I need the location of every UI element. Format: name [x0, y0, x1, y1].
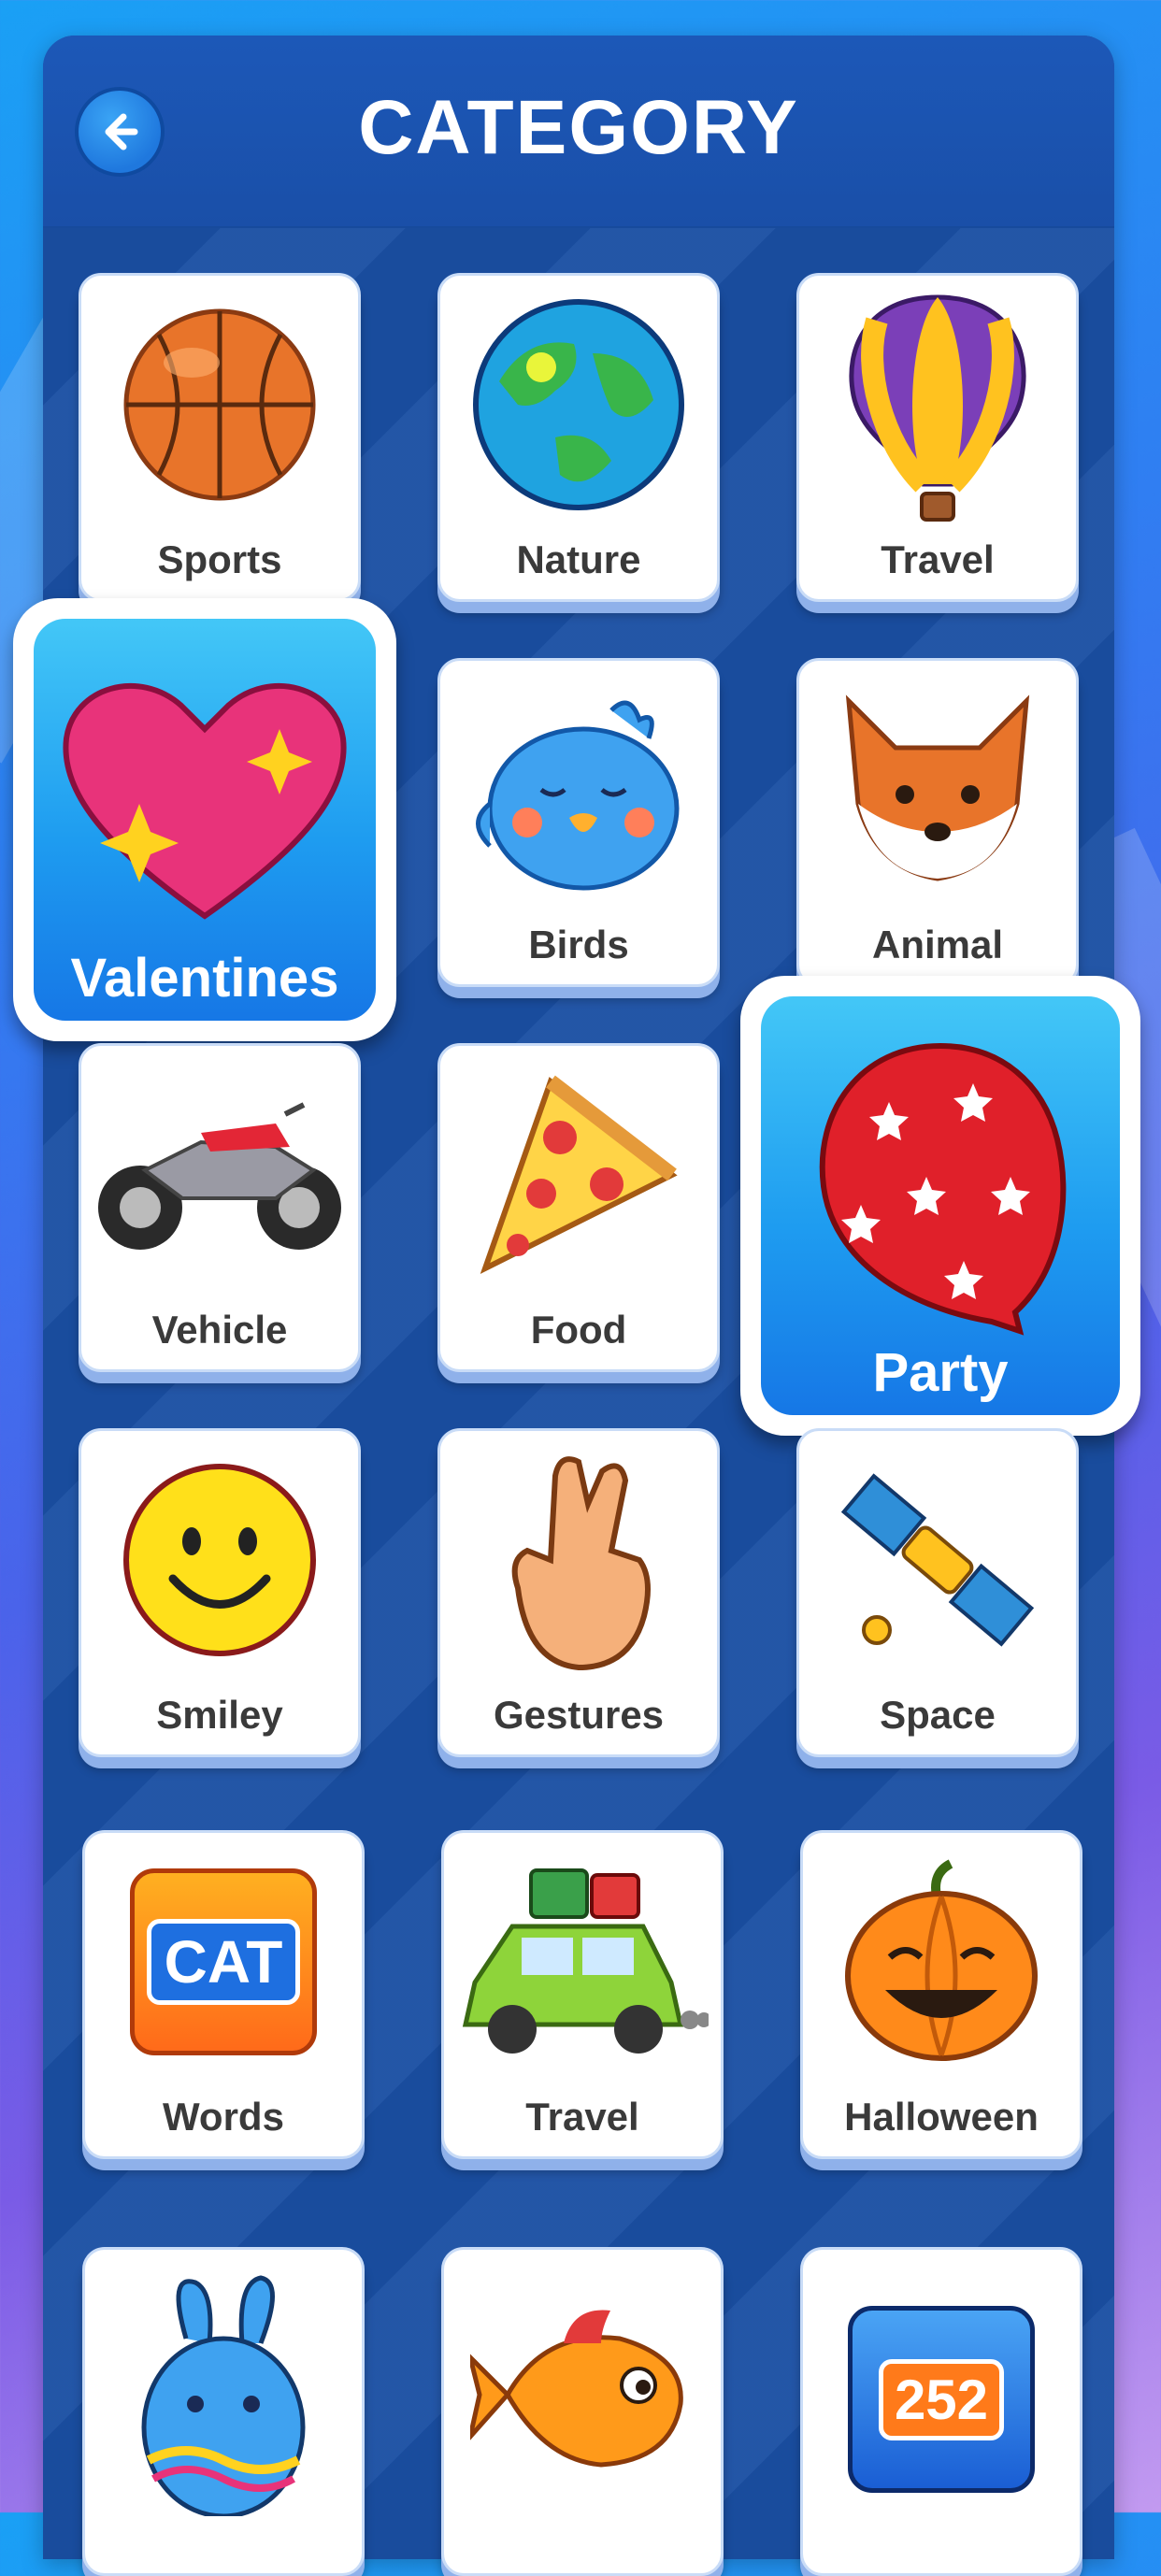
category-card-animal[interactable]: Animal: [796, 658, 1079, 987]
header-bar: CATEGORY: [43, 36, 1114, 228]
category-card-birds[interactable]: Birds: [437, 658, 720, 987]
word-cat-icon: CAT: [130, 1868, 317, 2055]
category-label: Gestures: [493, 1693, 665, 1737]
category-card-gestures[interactable]: Gestures: [437, 1428, 720, 1757]
page-title: CATEGORY: [358, 85, 799, 170]
car-luggage-icon: [462, 1868, 709, 2054]
numbers-icon: 252: [848, 2306, 1035, 2493]
fox-icon: [845, 694, 1030, 881]
category-card-party[interactable]: Party: [740, 976, 1140, 1436]
category-card-food[interactable]: Food: [437, 1043, 720, 1372]
category-label: Vehicle: [151, 1308, 288, 1352]
category-label: Halloween: [844, 2095, 1039, 2139]
earth-icon: [473, 299, 684, 510]
heart-icon: [63, 682, 347, 920]
category-card-words[interactable]: CAT Words: [82, 1830, 365, 2159]
category-label: Sports: [157, 537, 282, 581]
category-label: Travel: [525, 2095, 639, 2139]
hot-air-balloon-icon: [849, 294, 1026, 522]
category-card-travel-car[interactable]: Travel: [441, 1830, 724, 2159]
category-card-numbers[interactable]: 252: [800, 2247, 1082, 2576]
category-card-vehicle[interactable]: Vehicle: [79, 1043, 361, 1372]
word-tile-text: CAT: [146, 1919, 301, 2005]
category-card-fish[interactable]: [441, 2247, 724, 2576]
number-tile-text: 252: [878, 2358, 1005, 2440]
category-card-easter[interactable]: [82, 2247, 365, 2576]
pumpkin-icon: [845, 1859, 1038, 2061]
category-card-space[interactable]: Space: [796, 1428, 1079, 1757]
category-card-smiley[interactable]: Smiley: [79, 1428, 361, 1757]
category-label: Travel: [881, 537, 995, 581]
category-card-travel[interactable]: Travel: [796, 273, 1079, 602]
balloon-icon: [819, 1042, 1067, 1336]
category-label: Nature: [516, 537, 641, 581]
category-card-sports[interactable]: Sports: [79, 273, 361, 602]
basketball-icon: [123, 308, 316, 501]
pizza-icon: [480, 1075, 678, 1274]
fish-icon: [470, 2310, 683, 2468]
category-label: Birds: [528, 923, 629, 966]
category-label: Words: [163, 2095, 284, 2139]
category-card-nature[interactable]: Nature: [437, 273, 720, 602]
category-label: Smiley: [156, 1693, 283, 1737]
category-label: Space: [880, 1693, 996, 1737]
satellite-icon: [840, 1473, 1035, 1647]
category-label: Animal: [871, 923, 1004, 966]
category-label: Food: [530, 1308, 627, 1352]
category-card-valentines[interactable]: Valentines: [13, 598, 396, 1041]
category-card-halloween[interactable]: Halloween: [800, 1830, 1082, 2159]
crossed-fingers-icon: [511, 1456, 651, 1671]
easter-egg-bunny-icon: [141, 2275, 306, 2516]
motorcycle-icon: [98, 1102, 341, 1250]
category-label: Valentines: [70, 948, 339, 1009]
category-label: Party: [872, 1342, 1009, 1403]
smiley-icon: [123, 1464, 316, 1656]
bird-icon: [476, 700, 680, 891]
